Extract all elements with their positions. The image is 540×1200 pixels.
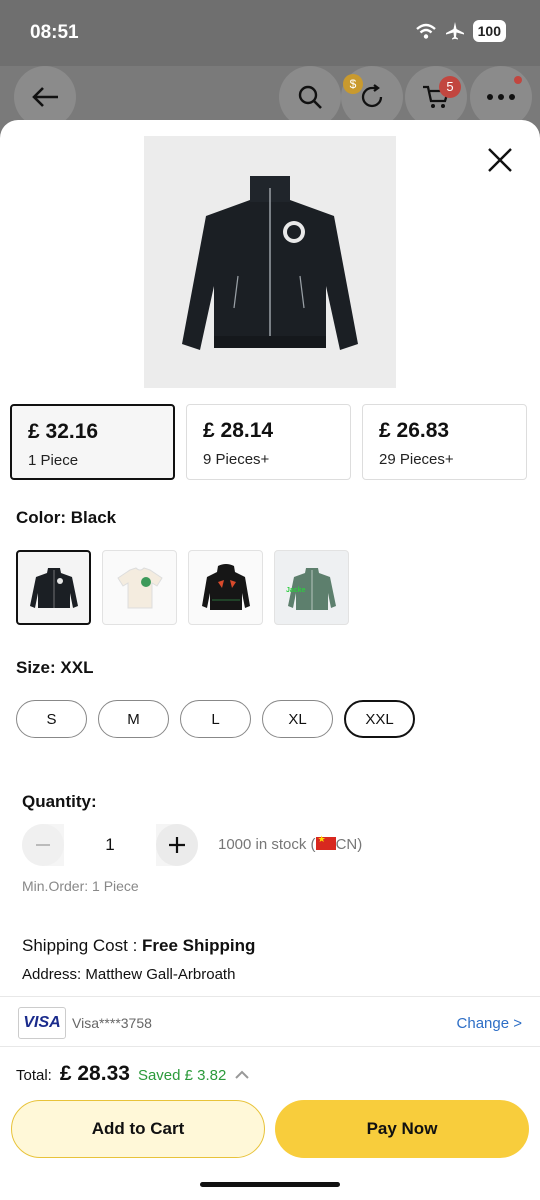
color-swatches: Jacke	[16, 550, 349, 625]
battery-indicator: 100	[472, 20, 506, 42]
notification-dot	[514, 76, 522, 84]
home-indicator[interactable]	[200, 1182, 340, 1187]
swatch-black-hoodie[interactable]	[188, 550, 263, 625]
divider	[0, 1046, 540, 1047]
share-icon	[361, 84, 383, 108]
swatch-black-jacket[interactable]	[16, 550, 91, 625]
airplane-icon	[445, 22, 464, 40]
min-order-text: Min.Order: 1 Piece	[22, 878, 139, 894]
status-time: 08:51	[30, 22, 79, 43]
tier-quantity: 9 Pieces+	[203, 451, 270, 468]
size-option-s[interactable]: S	[16, 700, 87, 738]
stock-info: 1000 in stock ( CN)	[218, 834, 363, 853]
close-icon	[488, 148, 512, 172]
decrement-button[interactable]	[22, 824, 64, 866]
shipping-label: Shipping Cost :	[22, 936, 143, 955]
size-option-l[interactable]: L	[180, 700, 251, 738]
close-button[interactable]	[484, 144, 516, 176]
price-tier-2[interactable]: £ 28.14 9 Pieces+	[186, 404, 351, 480]
total-value: £ 28.33	[59, 1062, 130, 1085]
swatch-green-velour-jacket[interactable]: Jacke	[274, 550, 349, 625]
shipping-value: Free Shipping	[142, 936, 256, 955]
tier-quantity: 29 Pieces+	[379, 451, 454, 468]
price-tier-1[interactable]: £ 32.16 1 Piece	[10, 404, 175, 480]
shipping-cost: Shipping Cost : Free Shipping	[22, 936, 255, 956]
wifi-icon	[415, 23, 436, 39]
tier-quantity: 1 Piece	[28, 452, 79, 469]
green-jacket-thumbnail: Jacke	[286, 567, 336, 610]
black-jacket-thumbnail	[29, 567, 78, 608]
chevron-up-icon[interactable]	[234, 1067, 250, 1083]
swatch-overlay-text: Jacke	[286, 587, 306, 594]
plus-icon	[169, 837, 185, 853]
white-tshirt-thumbnail	[116, 566, 163, 608]
china-flag-icon	[315, 834, 336, 850]
swatch-white-tshirt[interactable]	[102, 550, 177, 625]
payment-method-row[interactable]: VISA Visa****3758 Change >	[18, 1006, 522, 1040]
price-tier-3[interactable]: £ 26.83 29 Pieces+	[362, 404, 527, 480]
quantity-label: Quantity:	[22, 792, 97, 811]
size-option-xxl[interactable]: XXL	[344, 700, 415, 738]
shipping-address: Address: Matthew Gall-Arbroath	[22, 966, 236, 983]
total-row: Total: £ 28.33 Saved £ 3.82	[16, 1062, 250, 1086]
divider	[0, 996, 540, 997]
stock-origin: CN)	[335, 836, 363, 853]
share-button[interactable]: $	[341, 66, 403, 128]
price-tiers: £ 32.16 1 Piece £ 28.14 9 Pieces+ £ 26.8…	[10, 404, 527, 480]
quantity-value[interactable]: 1	[64, 824, 156, 866]
product-options-sheet: £ 32.16 1 Piece £ 28.14 9 Pieces+ £ 26.8…	[0, 120, 540, 1200]
quantity-stepper: 1	[22, 824, 198, 866]
search-icon	[298, 85, 322, 109]
stock-text: 1000 in stock (	[218, 836, 316, 853]
black-hoodie-thumbnail	[201, 563, 250, 610]
size-option-xl[interactable]: XL	[262, 700, 333, 738]
size-label: Size: XXL	[16, 658, 94, 677]
total-label: Total:	[16, 1067, 52, 1084]
tier-price: £ 28.14	[203, 419, 274, 442]
tier-price: £ 32.16	[28, 420, 99, 443]
search-button[interactable]	[279, 66, 341, 128]
visa-logo: VISA	[18, 1007, 66, 1039]
product-image	[144, 136, 396, 388]
saved-amount: Saved £ 3.82	[137, 1067, 227, 1084]
add-to-cart-button[interactable]: Add to Cart	[11, 1100, 265, 1158]
size-option-m[interactable]: M	[98, 700, 169, 738]
coin-icon: $	[343, 74, 363, 94]
card-number: Visa****3758	[72, 1015, 152, 1031]
jacket-image	[144, 136, 396, 388]
cart-button[interactable]: 5	[405, 66, 467, 128]
more-button[interactable]	[470, 66, 532, 128]
tier-price: £ 26.83	[379, 419, 450, 442]
back-button[interactable]	[14, 66, 76, 128]
pay-now-button[interactable]: Pay Now	[275, 1100, 529, 1158]
status-icons: 100	[415, 20, 506, 42]
size-options: S M L XL XXL	[16, 700, 415, 738]
status-bar: 08:51 100	[0, 0, 540, 66]
change-payment-link[interactable]: Change >	[457, 1015, 522, 1032]
arrow-left-icon	[32, 87, 58, 107]
cart-count-badge: 5	[439, 76, 461, 98]
color-label: Color: Black	[16, 508, 117, 527]
increment-button[interactable]	[156, 824, 198, 866]
minus-icon	[36, 844, 50, 846]
more-icon	[487, 94, 515, 100]
